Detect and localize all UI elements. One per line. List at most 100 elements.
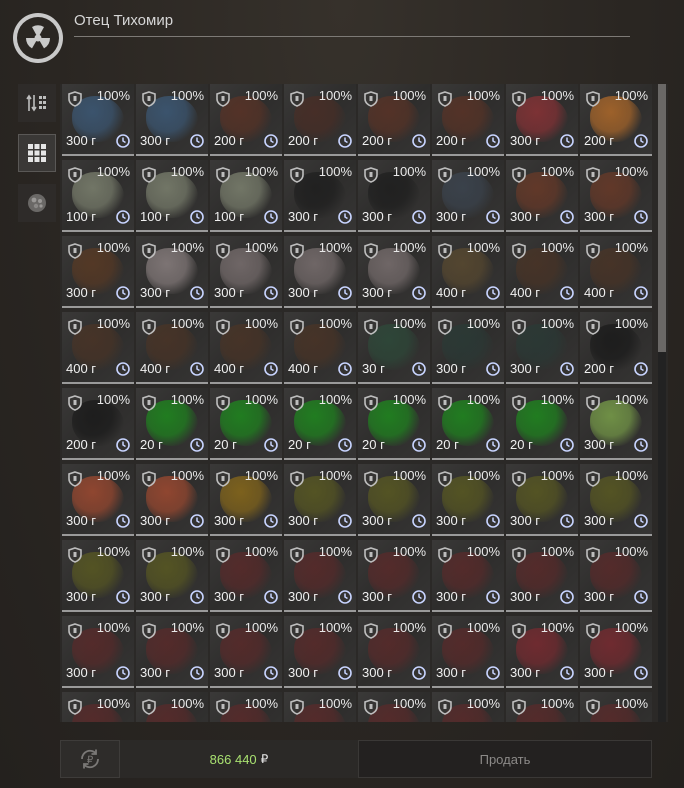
item-cell[interactable]: 100% 300 г [210, 464, 282, 536]
item-cell[interactable]: 100% 400 г [136, 312, 208, 384]
item-cell[interactable]: 100% 300 г [358, 616, 430, 688]
item-cell[interactable]: 100% 300 г [136, 616, 208, 688]
item-cell[interactable]: 100% [210, 692, 282, 722]
item-cell[interactable]: 100% 300 г [506, 540, 578, 612]
clock-icon [486, 286, 500, 300]
item-cell[interactable]: 100% 300 г [136, 464, 208, 536]
item-cell[interactable]: 100% 300 г [358, 464, 430, 536]
item-cell[interactable]: 100% 200 г [580, 312, 652, 384]
item-cell[interactable]: 100% 200 г [284, 84, 356, 156]
item-cell[interactable]: 100% 20 г [210, 388, 282, 460]
item-cell[interactable]: 100% 300 г [506, 312, 578, 384]
item-cell[interactable]: 100% 400 г [506, 236, 578, 308]
item-cell[interactable]: 100% [358, 692, 430, 722]
item-cell[interactable]: 100% 400 г [432, 236, 504, 308]
item-cell[interactable]: 100% 300 г [358, 540, 430, 612]
item-cell[interactable]: 100% 400 г [580, 236, 652, 308]
item-cell[interactable]: 100% 300 г [358, 160, 430, 232]
item-cell[interactable]: 100% 100 г [136, 160, 208, 232]
item-cell[interactable]: 100% 300 г [210, 540, 282, 612]
item-cell[interactable]: 100% [506, 692, 578, 722]
item-cell[interactable]: 100% 300 г [136, 84, 208, 156]
item-cell[interactable]: 100% 300 г [136, 540, 208, 612]
item-cell[interactable]: 100% 20 г [284, 388, 356, 460]
item-cell[interactable]: 100% [580, 692, 652, 722]
scrollbar-thumb[interactable] [658, 84, 666, 352]
clock-icon [634, 590, 648, 604]
item-cell[interactable]: 100% 20 г [358, 388, 430, 460]
shield-icon [68, 319, 82, 335]
item-cell[interactable]: 100% 300 г [580, 464, 652, 536]
item-cell[interactable]: 100% [432, 692, 504, 722]
artifact-filter-button[interactable] [18, 184, 56, 222]
currency-cycle-button[interactable]: ₽ [60, 740, 120, 778]
item-cell[interactable]: 100% 300 г [432, 312, 504, 384]
item-cell[interactable]: 100% 30 г [358, 312, 430, 384]
item-cell[interactable]: 100% 300 г [358, 236, 430, 308]
item-cell[interactable]: 100% 300 г [284, 540, 356, 612]
item-cell[interactable]: 100% 300 г [506, 464, 578, 536]
clock-icon [116, 666, 130, 680]
item-cell[interactable]: 100% 300 г [210, 616, 282, 688]
grid-view-button[interactable] [18, 134, 56, 172]
item-cell[interactable]: 100% 300 г [580, 540, 652, 612]
durability-label: 100% [466, 544, 500, 559]
item-cell[interactable]: 100% 300 г [432, 540, 504, 612]
item-cell[interactable]: 100% 200 г [358, 84, 430, 156]
item-cell[interactable]: 100% 300 г [284, 236, 356, 308]
clock-icon [338, 134, 352, 148]
item-cell[interactable]: 100% 300 г [432, 464, 504, 536]
item-cell[interactable]: 100% 400 г [284, 312, 356, 384]
durability-label: 100% [96, 620, 130, 635]
item-cell[interactable]: 100% 20 г [432, 388, 504, 460]
item-cell[interactable]: 100% 200 г [580, 84, 652, 156]
item-cell[interactable]: 100% 300 г [210, 236, 282, 308]
item-cell[interactable]: 100% 400 г [210, 312, 282, 384]
sell-button[interactable]: Продать [358, 740, 652, 778]
item-cell[interactable]: 100% [284, 692, 356, 722]
item-cell[interactable]: 100% 300 г [506, 160, 578, 232]
item-cell[interactable]: 100% 300 г [506, 84, 578, 156]
item-cell[interactable]: 100% 300 г [62, 540, 134, 612]
shield-icon [364, 547, 378, 563]
item-cell[interactable]: 100% 100 г [62, 160, 134, 232]
item-cell[interactable]: 100% 300 г [62, 84, 134, 156]
item-cell[interactable]: 100% 300 г [580, 388, 652, 460]
item-cell[interactable]: 100% 200 г [210, 84, 282, 156]
item-cell[interactable]: 100% 300 г [284, 616, 356, 688]
weight-label: 300 г [66, 589, 97, 604]
item-cell[interactable]: 100% 300 г [62, 464, 134, 536]
shield-icon [216, 243, 230, 259]
scrollbar[interactable] [658, 84, 666, 722]
item-cell[interactable]: 100% 400 г [62, 312, 134, 384]
durability-label: 100% [466, 468, 500, 483]
durability-label: 100% [466, 696, 500, 711]
item-cell[interactable]: 100% 300 г [580, 160, 652, 232]
shield-icon [142, 167, 156, 183]
item-cell[interactable]: 100% 300 г [432, 160, 504, 232]
item-cell[interactable]: 100% 300 г [62, 616, 134, 688]
item-cell[interactable]: 100% [136, 692, 208, 722]
item-cell[interactable]: 100% 300 г [580, 616, 652, 688]
weight-label: 20 г [510, 437, 533, 452]
item-cell[interactable]: 100% 300 г [506, 616, 578, 688]
item-cell[interactable]: 100% 300 г [284, 160, 356, 232]
durability-label: 100% [318, 88, 352, 103]
weight-label: 20 г [362, 437, 385, 452]
item-cell[interactable]: 100% 20 г [136, 388, 208, 460]
weight-label: 300 г [140, 589, 171, 604]
item-cell[interactable]: 100% 300 г [284, 464, 356, 536]
item-cell[interactable]: 100% 200 г [432, 84, 504, 156]
weight-label: 300 г [510, 589, 541, 604]
item-cell[interactable]: 100% [62, 692, 134, 722]
sort-button[interactable] [18, 84, 56, 122]
item-cell[interactable]: 100% 300 г [62, 236, 134, 308]
item-cell[interactable]: 100% 300 г [136, 236, 208, 308]
item-cell[interactable]: 100% 20 г [506, 388, 578, 460]
durability-label: 100% [540, 316, 574, 331]
item-cell[interactable]: 100% 100 г [210, 160, 282, 232]
item-cell[interactable]: 100% 200 г [62, 388, 134, 460]
shield-icon [438, 623, 452, 639]
item-cell[interactable]: 100% 300 г [432, 616, 504, 688]
shield-icon [216, 699, 230, 715]
